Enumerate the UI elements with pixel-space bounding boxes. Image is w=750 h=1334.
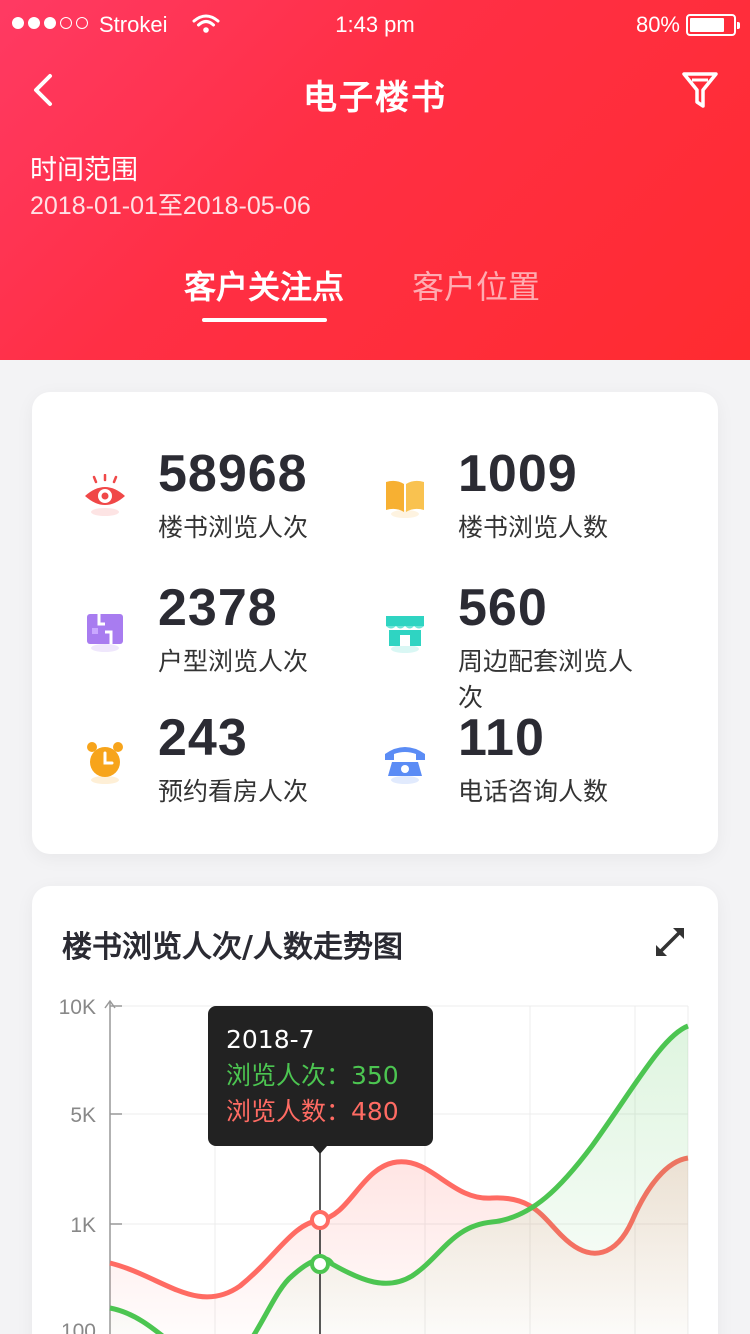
date-range-label: 时间范围 [30,155,138,186]
store-icon [386,616,424,653]
status-bar: Strokei 1:43 pm 80% [0,0,750,50]
highlight-point-green [310,1254,330,1274]
date-range-value[interactable]: 2018-01-01至2018-05-06 [30,186,311,222]
stat-label: 电话咨询人数 [458,777,609,806]
y-tick-label: 100 [61,1320,96,1334]
y-tick-label: 10K [59,996,96,1019]
stat-value: 560 [458,579,548,637]
highlight-point-red [310,1210,330,1230]
tooltip-visits-times: 浏览人次：350 [226,1061,399,1090]
y-tick-label: 5K [70,1104,96,1127]
stat-value: 58968 [158,445,308,503]
stat-label: 楼书浏览人次 [158,513,309,542]
tab-bar: 客户关注点 客户位置 [0,262,750,332]
expand-icon[interactable] [652,924,688,960]
battery-icon [686,14,740,36]
filter-button[interactable] [680,68,720,112]
tab-customer-location[interactable]: 客户位置 [412,262,540,308]
stat-value: 2378 [158,579,278,637]
floorplan-icon [87,614,123,652]
chart-tooltip: 2018-7 浏览人次：350 浏览人数：480 [208,1006,433,1146]
stat-label: 户型浏览人次 [158,647,309,676]
stat-item[interactable]: 243 预约看房人次 [32,708,352,818]
stat-item[interactable]: 58968 楼书浏览人次 [32,444,352,554]
tooltip-visits-people: 浏览人数：480 [226,1097,399,1126]
battery-percent: 80% [635,12,680,37]
y-tick-label: 1K [70,1214,96,1237]
navbar: 电子楼书 [0,60,750,120]
chart-title: 楼书浏览人次/人数走势图 [62,930,403,965]
tab-customer-focus[interactable]: 客户关注点 [184,262,344,308]
stats-card: 58968 楼书浏览人次 1009 楼书浏览人数 2378 户型浏览人次 560 [32,392,718,854]
stat-item[interactable]: 2378 户型浏览人次 [32,578,352,688]
stat-label: 周边配套浏览人次 [458,647,634,712]
active-tab-indicator [202,318,327,322]
trend-chart-card: 楼书浏览人次/人数走势图 10K 5K 1K 100 2018-7 浏览人次：3… [32,886,718,1334]
page-title: 电子楼书 [303,78,447,118]
stat-label: 楼书浏览人数 [458,513,609,542]
stat-item[interactable]: 1009 楼书浏览人数 [332,444,652,554]
tooltip-period: 2018-7 [226,1025,315,1054]
stat-value: 1009 [458,445,578,503]
alarm-clock-icon [87,742,123,784]
eye-icon [85,474,125,516]
stat-value: 110 [458,709,545,767]
stat-item[interactable]: 110 电话咨询人数 [332,708,652,818]
stat-label: 预约看房人次 [158,777,309,806]
header: Strokei 1:43 pm 80% 电子楼书 时间范围 2018-01-01… [0,0,750,360]
phone-icon [385,747,425,784]
stat-value: 243 [158,709,248,767]
book-icon [386,480,424,518]
stat-item[interactable]: 560 周边配套浏览人次 [332,578,652,712]
